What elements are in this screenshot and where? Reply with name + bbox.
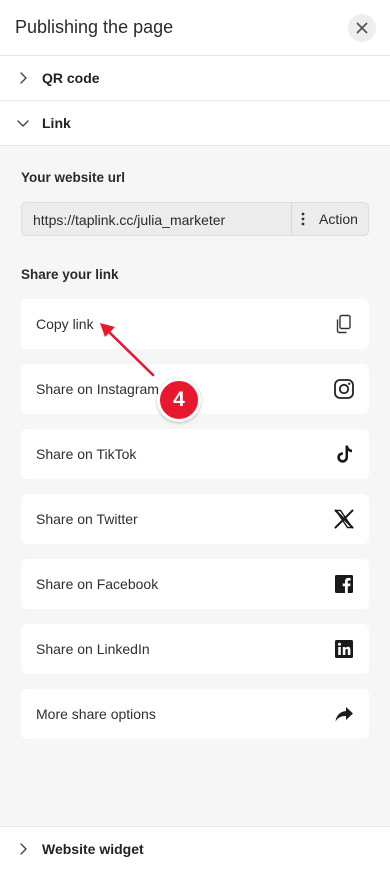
close-icon xyxy=(356,22,368,34)
action-button[interactable]: Action xyxy=(292,203,369,235)
chevron-right-icon xyxy=(20,843,27,855)
facebook-icon xyxy=(335,575,353,593)
accordion-qr-code[interactable]: QR code xyxy=(0,56,390,101)
website-url-label: Your website url xyxy=(21,170,126,185)
website-url-field[interactable]: https://taplink.cc/julia_marketer Action xyxy=(21,202,369,236)
website-url-value: https://taplink.cc/julia_marketer xyxy=(33,212,226,228)
x-twitter-icon xyxy=(334,509,354,529)
step-badge: 4 xyxy=(157,378,201,422)
accordion-label: Link xyxy=(42,115,71,131)
tiktok-icon xyxy=(337,445,352,463)
share-item-label: Copy link xyxy=(36,316,94,332)
share-item-label: Share on Facebook xyxy=(36,576,159,592)
action-label: Action xyxy=(319,211,358,227)
accordion-label: Website widget xyxy=(42,841,144,857)
share-link-label: Share your link xyxy=(21,267,119,282)
page-title: Publishing the page xyxy=(15,17,174,37)
share-tiktok-button[interactable]: Share on TikTok xyxy=(21,429,369,479)
copy-icon xyxy=(336,314,351,334)
copy-link-button[interactable]: Copy link xyxy=(21,299,369,349)
share-twitter-button[interactable]: Share on Twitter xyxy=(21,494,369,544)
share-item-label: Share on Twitter xyxy=(36,511,138,527)
share-item-label: More share options xyxy=(36,706,156,722)
share-item-label: Share on TikTok xyxy=(36,446,137,462)
accordion-website-widget[interactable]: Website widget xyxy=(0,826,390,870)
chevron-right-icon xyxy=(20,72,27,84)
share-item-label: Share on Instagram xyxy=(36,381,159,397)
accordion-label: QR code xyxy=(42,70,100,86)
close-button[interactable] xyxy=(348,14,376,42)
linkedin-icon xyxy=(335,640,353,658)
more-vertical-icon xyxy=(301,212,305,226)
share-linkedin-button[interactable]: Share on LinkedIn xyxy=(21,624,369,674)
accordion-link[interactable]: Link xyxy=(0,101,390,146)
more-share-options-button[interactable]: More share options xyxy=(21,689,369,739)
share-facebook-button[interactable]: Share on Facebook xyxy=(21,559,369,609)
share-arrow-icon xyxy=(335,707,353,722)
instagram-icon xyxy=(334,379,354,399)
chevron-down-icon xyxy=(17,120,29,127)
share-item-label: Share on LinkedIn xyxy=(36,641,150,657)
modal-header: Publishing the page xyxy=(0,0,390,56)
